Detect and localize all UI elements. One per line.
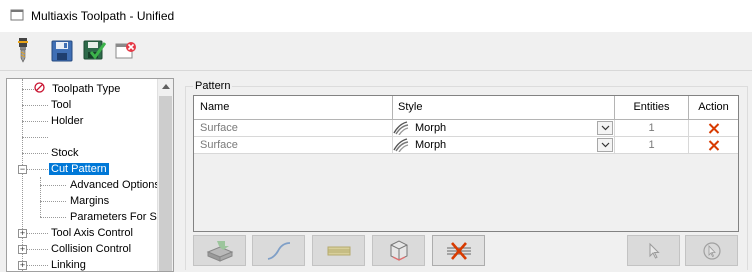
tree-connector (22, 137, 48, 138)
close-cancel-icon (115, 42, 136, 59)
select-curve-icon (267, 241, 290, 260)
cell-entities: 1 (615, 120, 689, 137)
chevron-down-icon (601, 125, 609, 131)
tree-connector (40, 217, 66, 218)
delete-all-button[interactable] (432, 235, 485, 266)
select-pointer-button[interactable] (627, 235, 680, 266)
tree-connector (22, 121, 48, 122)
style-value: Morph (415, 139, 447, 151)
style-dropdown-button[interactable] (597, 138, 613, 152)
no-entry-icon (34, 82, 45, 93)
delete-row-button[interactable] (689, 137, 738, 154)
select-pointer-icon (649, 242, 660, 259)
style-combobox[interactable]: Morph (393, 137, 615, 154)
select-surface-button[interactable] (193, 235, 246, 266)
table-row[interactable]: Surface Morph 1 (194, 120, 738, 137)
save-icon (51, 40, 73, 62)
scroll-up-arrow-icon[interactable] (162, 84, 170, 89)
collapse-toggle[interactable]: − (18, 165, 27, 174)
tree-item-label: Cut Pattern (49, 163, 109, 175)
tree-connector (40, 201, 66, 202)
chevron-down-icon (601, 142, 609, 148)
tree-connector (40, 185, 66, 186)
tree-scrollbar[interactable] (157, 79, 173, 271)
tree-item-linking[interactable]: Linking (51, 257, 86, 271)
delete-x-icon (708, 123, 719, 134)
select-curve-button[interactable] (252, 235, 305, 266)
tree-item-parameters-for-surfaces[interactable]: Parameters For Su (70, 209, 163, 225)
column-header-action[interactable]: Action (689, 96, 738, 120)
style-dropdown-button[interactable] (597, 121, 613, 135)
tree-connector (27, 169, 48, 170)
column-header-entities[interactable]: Entities (615, 96, 689, 120)
table-row[interactable]: Surface Morph 1 (194, 137, 738, 154)
morph-style-icon (393, 121, 409, 135)
tree-item-holder[interactable]: Holder (51, 113, 83, 129)
cancel-button[interactable] (113, 37, 139, 65)
save-and-close-icon (83, 40, 106, 60)
tree-item-toolpath-type[interactable]: Toolpath Type (34, 81, 120, 97)
tree-connector (27, 249, 48, 250)
pattern-group-label: Pattern (193, 80, 233, 92)
cell-entities: 1 (615, 137, 689, 154)
tree-connector (22, 105, 48, 106)
tool-button[interactable] (10, 37, 36, 65)
select-lines-button[interactable] (312, 235, 365, 266)
delete-x-icon (708, 140, 719, 151)
parameter-tree[interactable]: Toolpath Type Tool Holder Stock − Cut Pa… (6, 78, 174, 272)
save-and-close-button[interactable] (81, 37, 107, 65)
app-icon (10, 9, 24, 21)
delete-row-button[interactable] (689, 120, 738, 137)
pattern-grid[interactable]: Name Style Entities Action Surface Morph… (193, 95, 739, 232)
save-button[interactable] (49, 37, 75, 65)
dialog-body: Toolpath Type Tool Holder Stock − Cut Pa… (0, 71, 752, 272)
tree-item-margins[interactable]: Margins (70, 193, 109, 209)
column-header-name[interactable]: Name (194, 96, 393, 120)
tree-item-collision-control[interactable]: Collision Control (51, 241, 131, 257)
tree-item-tool-axis-control[interactable]: Tool Axis Control (51, 225, 133, 241)
expand-toggle[interactable]: + (18, 229, 27, 238)
cell-name: Surface (194, 120, 393, 137)
toolbar (0, 32, 752, 70)
tree-item-cut-pattern[interactable]: Cut Pattern (49, 161, 109, 177)
select-lines-icon (327, 246, 350, 255)
tree-item-advanced-options[interactable]: Advanced Options (70, 177, 160, 193)
select-box-button[interactable] (372, 235, 425, 266)
window-title: Multiaxis Toolpath - Unified (31, 9, 175, 23)
tree-connector (40, 177, 41, 217)
tree-item-tool[interactable]: Tool (51, 97, 71, 113)
expand-toggle[interactable]: + (18, 245, 27, 254)
tree-connector (22, 153, 48, 154)
select-box-icon (390, 239, 407, 261)
tree-item-stock[interactable]: Stock (51, 145, 79, 161)
scroll-thumb[interactable] (159, 96, 172, 271)
cell-name: Surface (194, 137, 393, 154)
style-value: Morph (415, 122, 447, 134)
tool-icon (18, 38, 28, 63)
expand-toggle[interactable]: + (18, 261, 27, 270)
column-header-style[interactable]: Style (393, 96, 615, 120)
tree-connector (27, 265, 48, 266)
reselect-icon (702, 241, 721, 260)
style-combobox[interactable]: Morph (393, 120, 615, 137)
tree-connector (27, 233, 48, 234)
title-bar: Multiaxis Toolpath - Unified (0, 0, 752, 32)
select-surface-icon (206, 240, 233, 262)
tree-item-label: Toolpath Type (52, 83, 121, 95)
delete-all-icon (446, 241, 471, 260)
morph-style-icon (393, 138, 409, 152)
reselect-button[interactable] (685, 235, 738, 266)
